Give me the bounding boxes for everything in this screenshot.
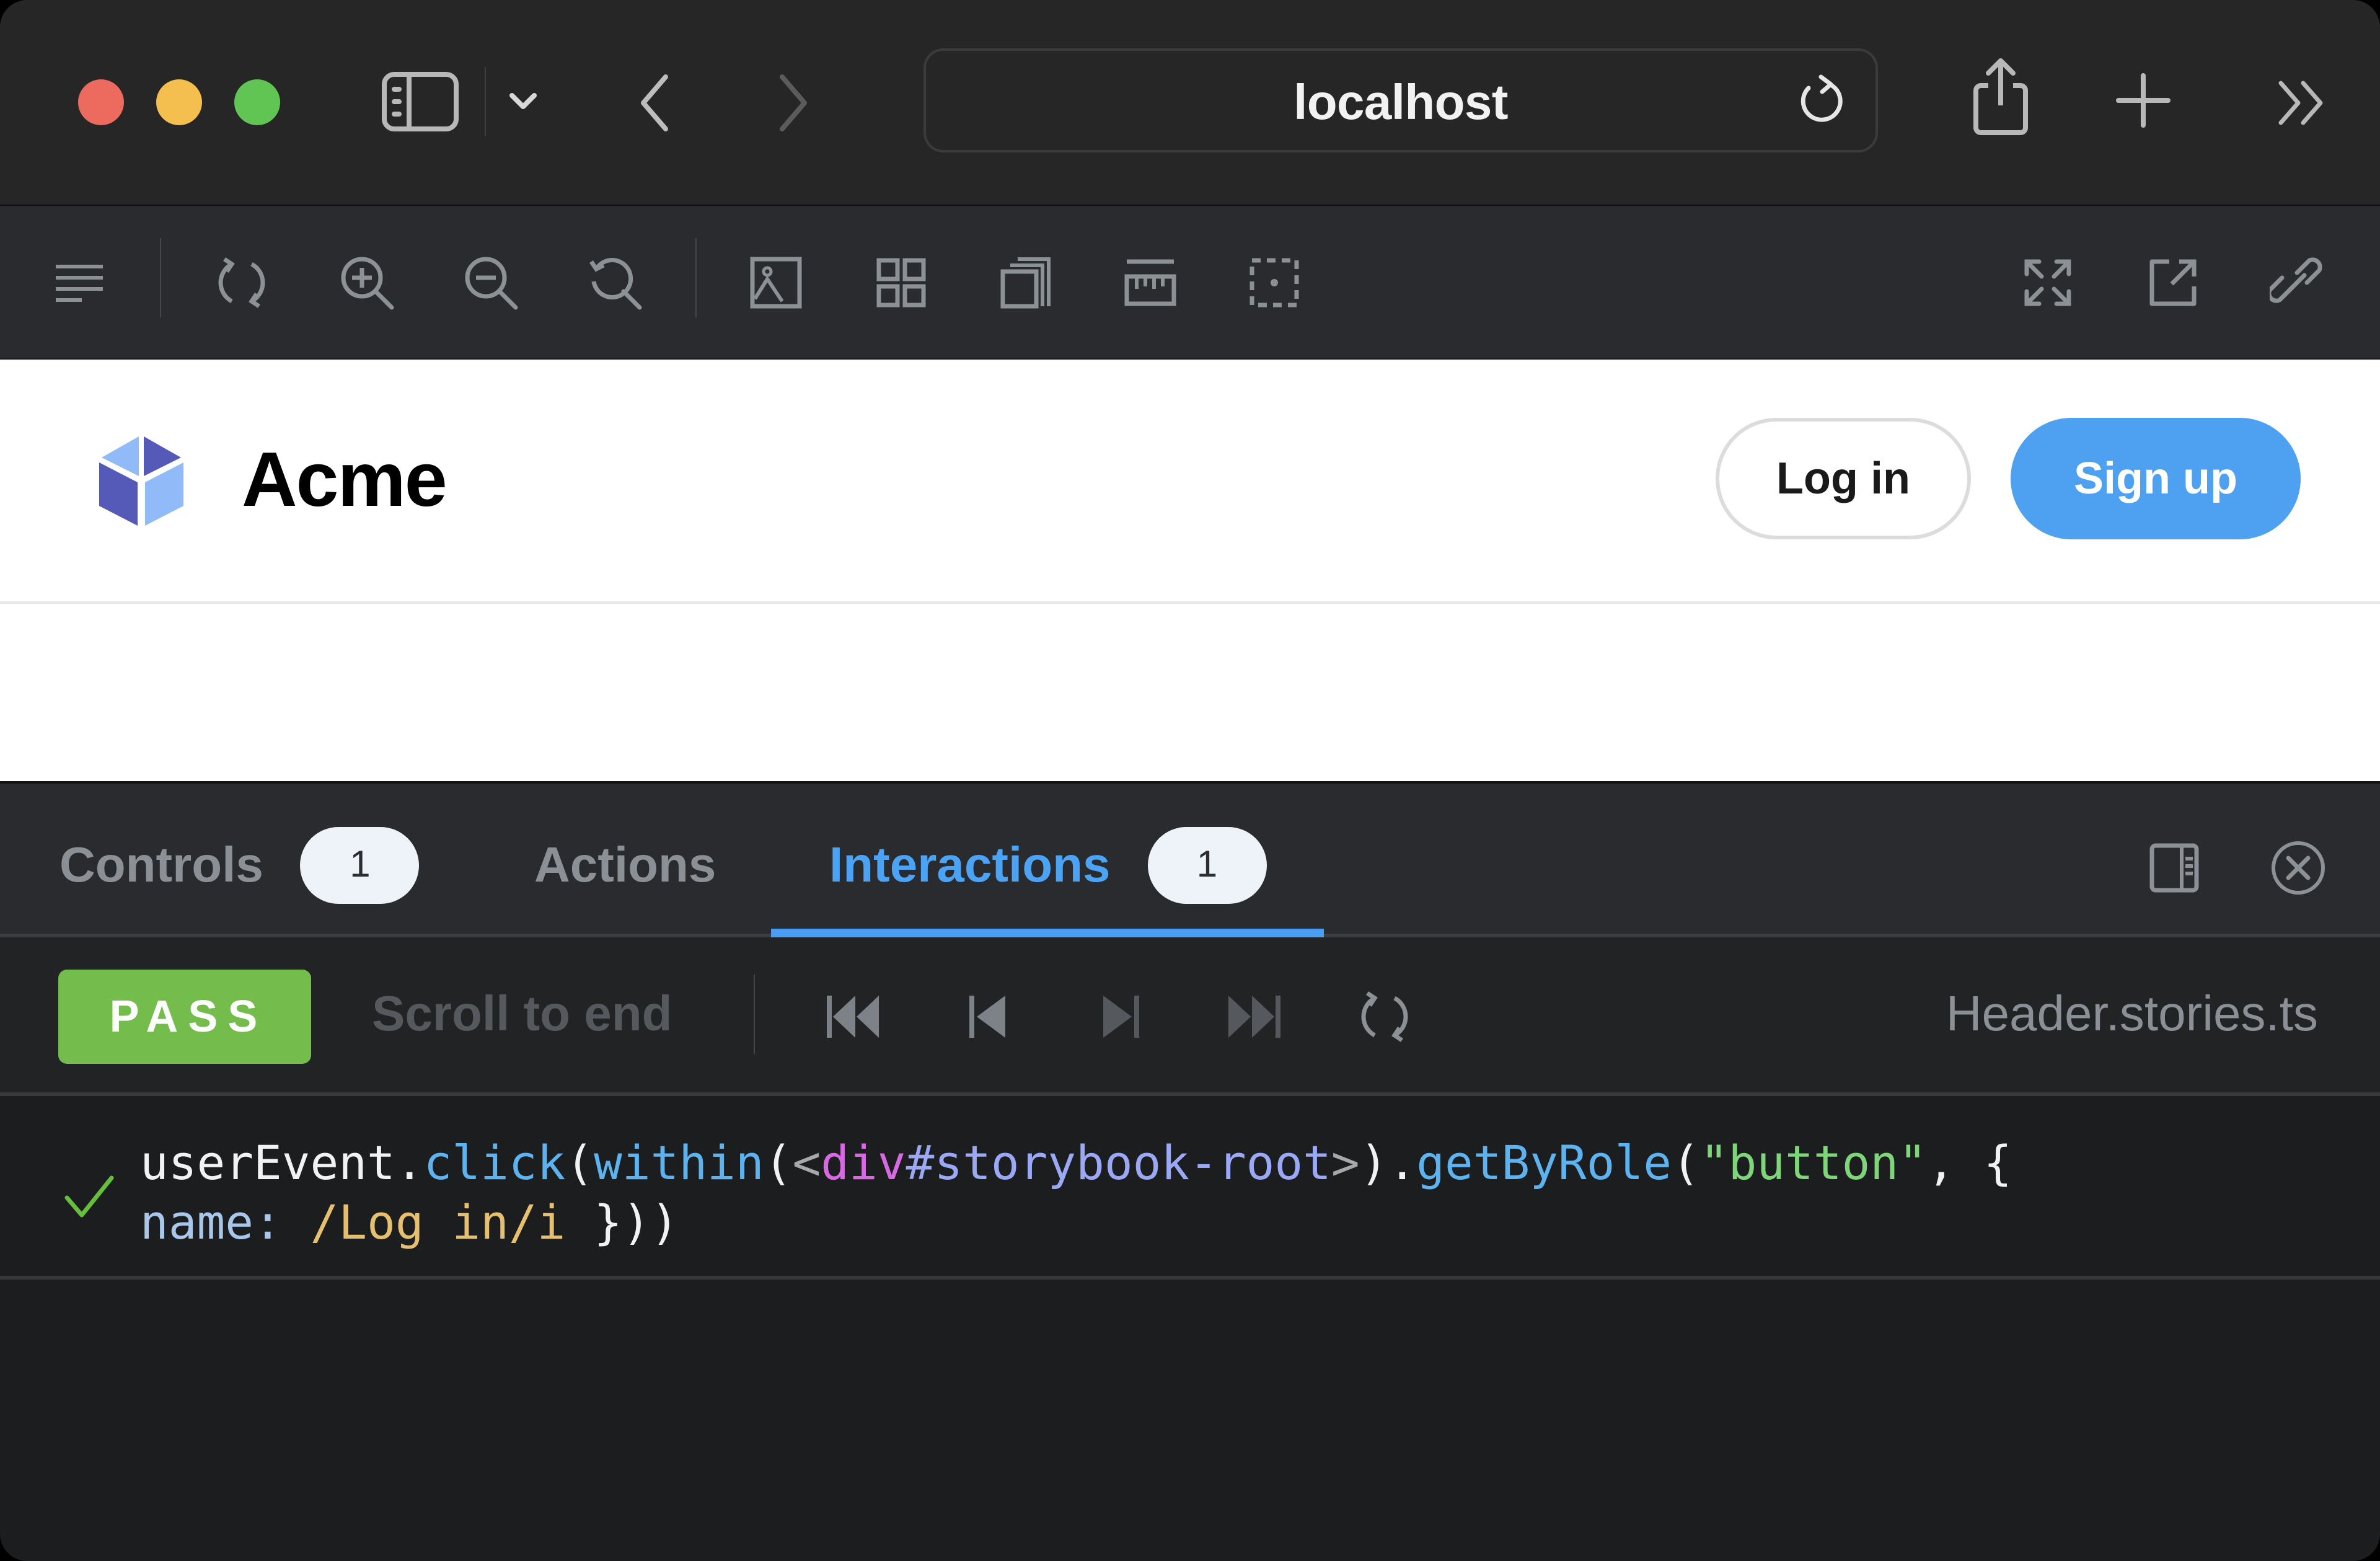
code-punct: , {	[1926, 1136, 2012, 1190]
sidebar-icon[interactable]	[381, 68, 460, 135]
scroll-to-end-button[interactable]: Scroll to end	[372, 987, 672, 1043]
toolbar-divider	[485, 67, 486, 136]
forward-button[interactable]	[771, 72, 816, 134]
close-window-button[interactable]	[78, 79, 124, 125]
tab-interactions[interactable]: Interactions 1	[829, 827, 1267, 904]
stage: localhost Acme Log in Sign up Controls 1…	[0, 0, 2380, 1561]
reload-icon[interactable]	[1794, 73, 1848, 128]
fast-forward-icon[interactable]	[1221, 984, 1285, 1049]
back-button[interactable]	[632, 72, 677, 134]
code-regex: /Log in/i	[310, 1195, 566, 1250]
code-object: userEvent	[140, 1136, 395, 1190]
interaction-step[interactable]: userEvent.click(within(<div#storybook-ro…	[0, 1096, 2380, 1280]
tab-label: Interactions	[829, 838, 1111, 892]
external-link-icon[interactable]	[2143, 253, 2203, 312]
code-punct: <	[792, 1136, 821, 1190]
code-selector: #storybook-root	[906, 1136, 1331, 1190]
check-icon	[62, 1170, 117, 1225]
toolbar-divider	[695, 238, 697, 317]
menu-lines-icon[interactable]	[50, 253, 109, 312]
interaction-code: userEvent.click(within(<div#storybook-ro…	[140, 1133, 2012, 1252]
code-query: getByRole	[1416, 1136, 1672, 1190]
code-method: click	[423, 1136, 566, 1190]
acme-logo-icon	[97, 434, 186, 528]
code-within: within	[594, 1136, 764, 1190]
storybook-toolbar	[0, 206, 2380, 361]
code-punct: (	[1672, 1136, 1700, 1190]
code-punct: .	[395, 1136, 424, 1190]
ruler-icon[interactable]	[1121, 253, 1180, 312]
code-punct: .	[1388, 1136, 1417, 1190]
step-forward-icon[interactable]	[1088, 984, 1153, 1049]
story-filename: Header.stories.ts	[1946, 987, 2318, 1041]
share-icon[interactable]	[1968, 56, 2033, 138]
url-text[interactable]: localhost	[926, 76, 1875, 131]
code-key: name:	[140, 1195, 282, 1250]
story-preview: Acme Log in Sign up	[0, 360, 2380, 781]
rewind-icon[interactable]	[822, 984, 886, 1049]
link-icon[interactable]	[2267, 253, 2327, 312]
signup-button[interactable]: Sign up	[2011, 418, 2301, 539]
code-punct: )	[1359, 1136, 1388, 1190]
minimize-window-button[interactable]	[156, 79, 202, 125]
zoom-reset-icon[interactable]	[585, 253, 645, 312]
code-punct: }))	[594, 1195, 679, 1250]
tab-controls[interactable]: Controls 1	[60, 827, 420, 904]
panel-orientation-icon[interactable]	[2144, 838, 2204, 898]
sync-icon[interactable]	[212, 253, 271, 312]
tab-actions[interactable]: Actions	[534, 828, 716, 903]
tab-badge: 1	[300, 827, 420, 904]
outline-icon[interactable]	[1245, 253, 1304, 312]
login-button[interactable]: Log in	[1716, 418, 1971, 539]
double-chevron-right-icon[interactable]	[2276, 78, 2328, 128]
zoom-window-button[interactable]	[234, 79, 280, 125]
tab-badge: 1	[1147, 827, 1267, 904]
addons-tabbar: Controls 1 Actions Interactions 1	[0, 781, 2380, 939]
grid-icon[interactable]	[871, 253, 931, 312]
zoom-out-icon[interactable]	[461, 253, 521, 312]
zoom-in-icon[interactable]	[337, 253, 397, 312]
image-icon[interactable]	[746, 253, 806, 312]
expand-icon[interactable]	[2018, 253, 2078, 312]
chevron-down-icon[interactable]	[506, 87, 540, 117]
code-punct: (	[565, 1136, 594, 1190]
tab-label: Controls	[60, 838, 263, 892]
code-punct: >	[1331, 1136, 1360, 1190]
step-back-icon[interactable]	[956, 984, 1020, 1049]
close-circle-icon[interactable]	[2268, 838, 2328, 898]
addons-panel: Controls 1 Actions Interactions 1 PASS S…	[0, 781, 2380, 1561]
status-badge: PASS	[58, 970, 311, 1064]
viewport-icon[interactable]	[995, 253, 1055, 312]
browser-window: localhost Acme Log in Sign up Controls 1…	[0, 0, 2380, 1561]
tab-label: Actions	[534, 838, 716, 892]
toolbar-divider	[160, 238, 161, 317]
browser-toolbar: localhost	[0, 0, 2380, 206]
brand-name: Acme	[242, 438, 447, 523]
code-string: "button"	[1699, 1136, 1927, 1190]
code-tag: div	[821, 1136, 906, 1190]
toolbar-divider	[754, 975, 755, 1054]
address-bar[interactable]: localhost	[923, 48, 1878, 153]
acme-header: Acme Log in Sign up	[0, 360, 2380, 604]
code-punct: (	[764, 1136, 793, 1190]
interactions-toolbar: PASS Scroll to end Header.stories.ts	[0, 937, 2380, 1096]
new-tab-button[interactable]	[2115, 72, 2172, 129]
rerun-icon[interactable]	[1352, 984, 1417, 1049]
